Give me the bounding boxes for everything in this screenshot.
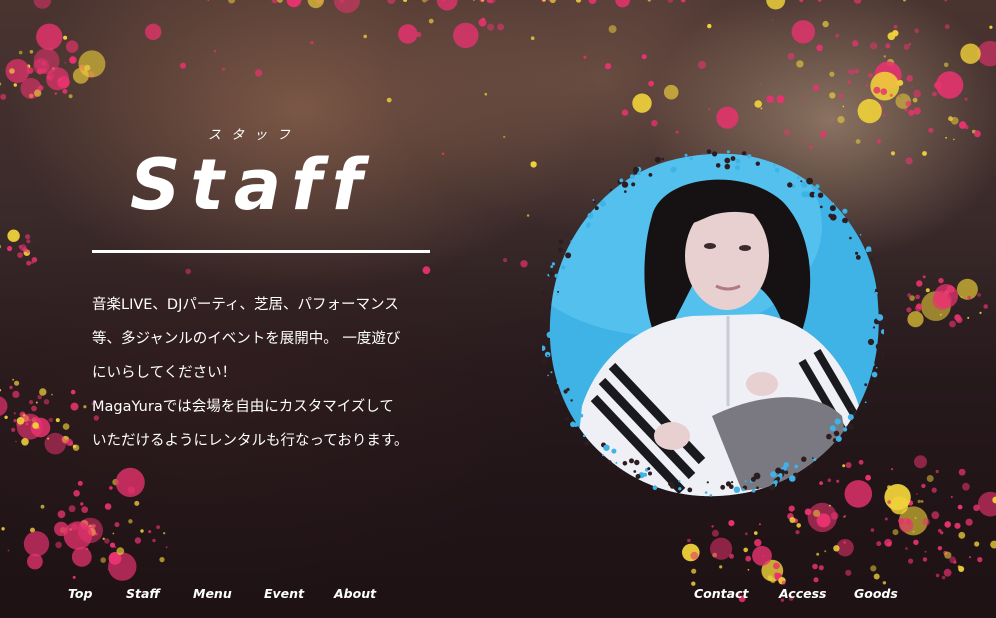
staff-photo — [542, 146, 884, 502]
nav-goods[interactable]: Goods — [854, 586, 898, 601]
nav-top[interactable]: Top — [68, 586, 92, 601]
description-line: にいらしてください！ — [92, 365, 237, 381]
staff-description: 音楽LIVE、DJパーティ、芝居、パフォーマンス 等、多ジャンルのイベントを展開… — [92, 288, 452, 458]
nav-menu[interactable]: Menu — [193, 586, 232, 601]
description-line: 音楽LIVE、DJパーティ、芝居、パフォーマンス — [92, 297, 399, 313]
description-line: 等、多ジャンルのイベントを展開中。 一度遊び — [92, 331, 401, 347]
title-underline — [92, 250, 430, 253]
footer-nav-right: Contact Access Goods — [660, 586, 990, 606]
description-line: いただけるようにレンタルも行なっております。 — [92, 433, 409, 449]
description-line: MagaYuraでは会場を自由にカスタマイズして — [92, 399, 394, 415]
nav-staff[interactable]: Staff — [126, 586, 160, 601]
page-title: Staff — [130, 144, 373, 226]
nav-contact[interactable]: Contact — [694, 586, 748, 601]
footer-nav-left: Top Staff Menu Event About — [0, 586, 420, 606]
nav-about[interactable]: About — [334, 586, 376, 601]
nav-access[interactable]: Access — [779, 586, 826, 601]
nav-event[interactable]: Event — [264, 586, 304, 601]
title-kana: スタッフ — [208, 128, 301, 143]
